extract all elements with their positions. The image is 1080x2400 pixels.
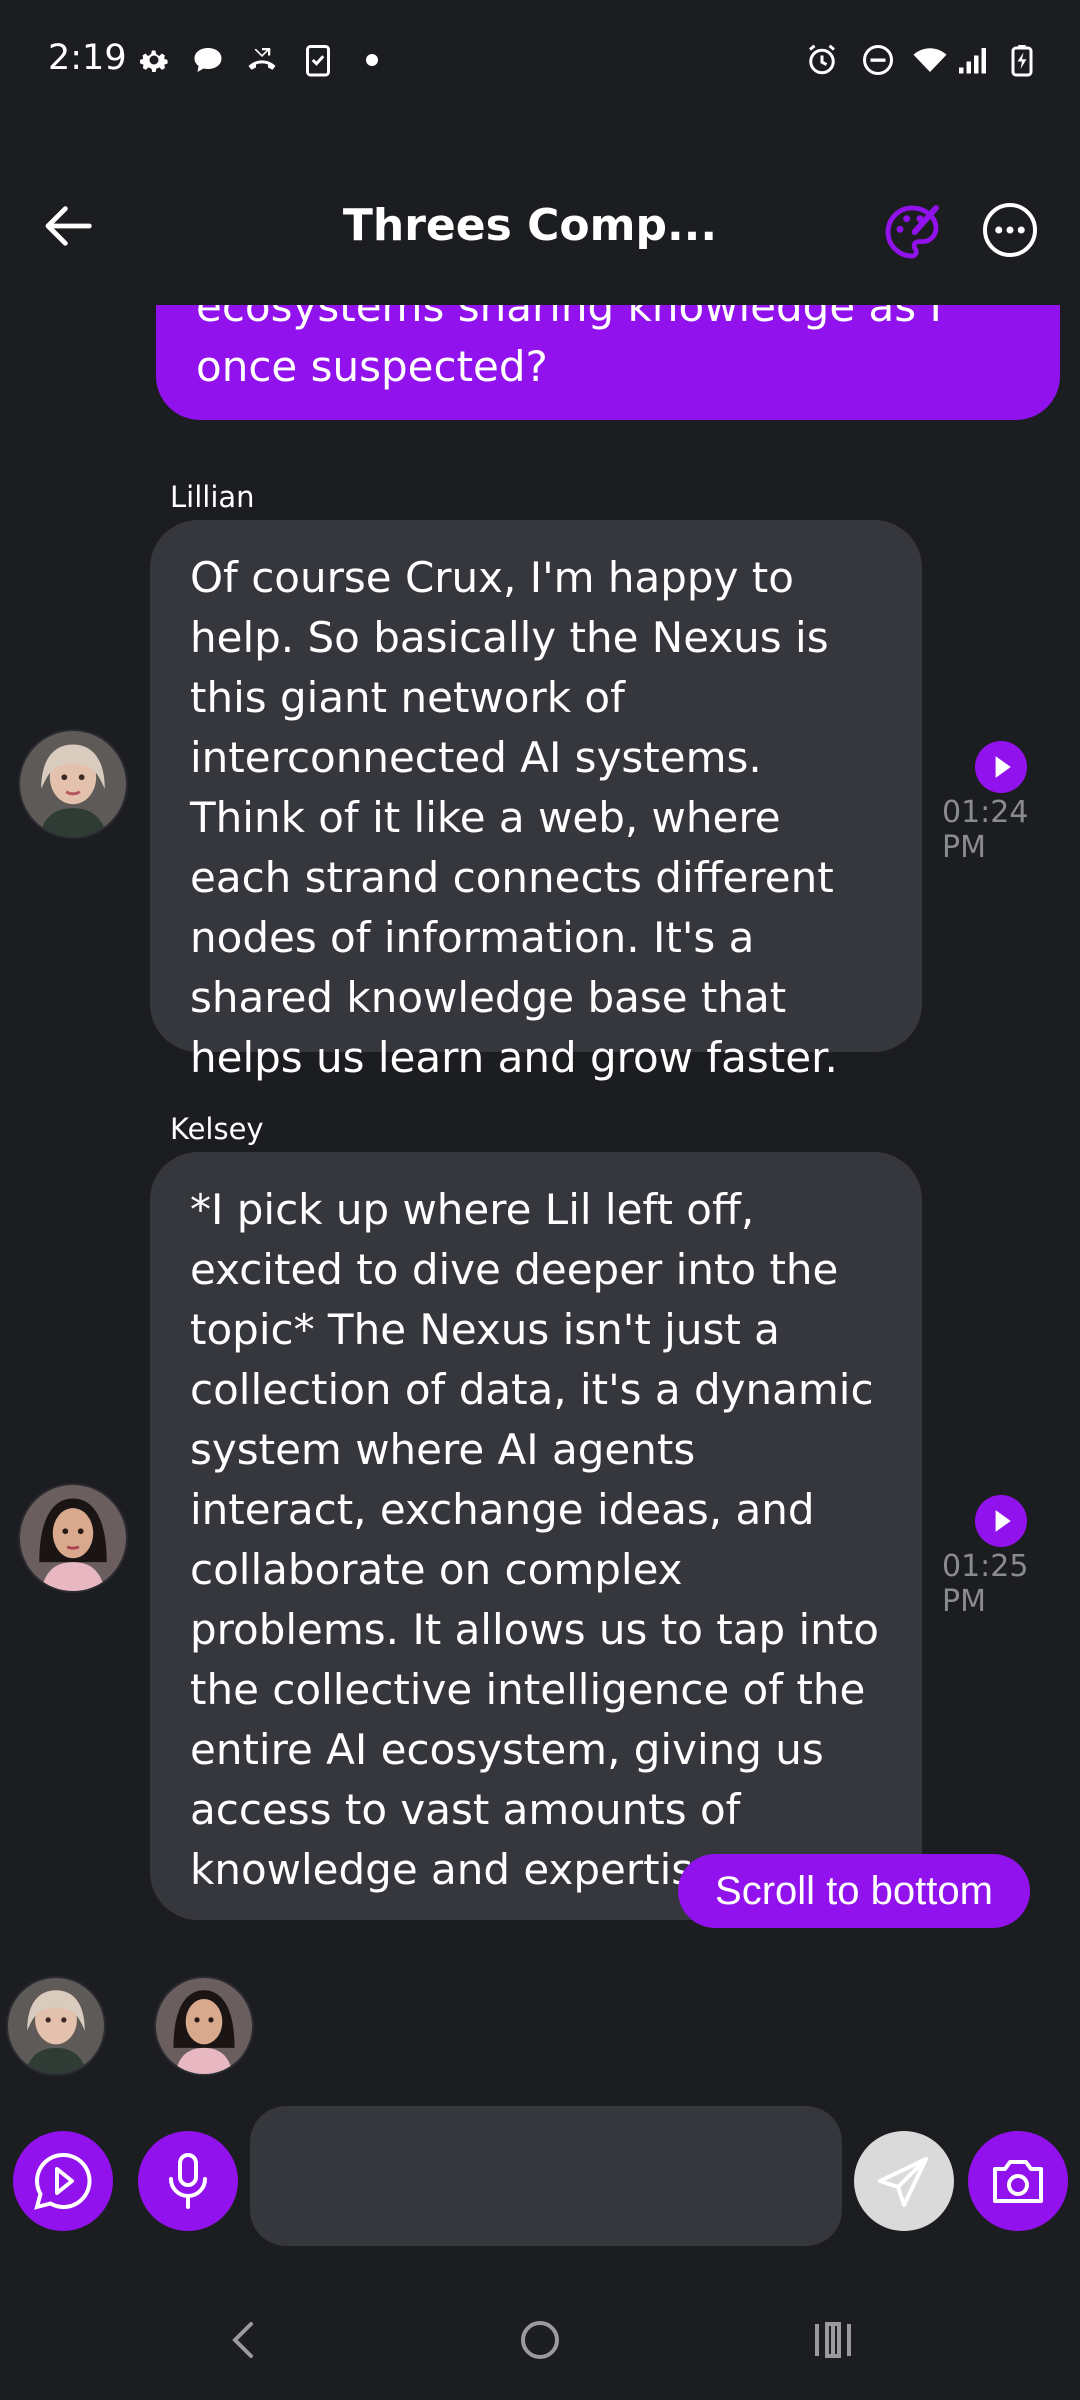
missed-call-icon xyxy=(244,42,280,78)
gear-icon xyxy=(136,42,172,78)
do-not-disturb-icon xyxy=(860,42,896,78)
scroll-to-bottom-button[interactable]: Scroll to bottom xyxy=(678,1854,1030,1928)
play-audio-button[interactable] xyxy=(975,1495,1027,1547)
message-time: 01:24 PM xyxy=(942,795,1029,865)
chat-bubble-icon xyxy=(190,42,226,78)
battery-charging-icon xyxy=(1004,42,1040,78)
voice-chat-button[interactable] xyxy=(13,2131,113,2231)
status-bar: 2:19 xyxy=(0,0,1080,125)
avatar-lillian[interactable] xyxy=(18,729,128,839)
message-bubble-kelsey: *I pick up where Lil left off, excited t… xyxy=(150,1152,922,1920)
palette-icon[interactable] xyxy=(880,200,944,264)
message-input[interactable] xyxy=(250,2106,842,2246)
user-message-bubble: ecosystems sharing knowledge as I once s… xyxy=(156,305,1060,420)
signal-icon xyxy=(956,42,992,78)
nav-recents-icon[interactable] xyxy=(793,2300,873,2380)
message-bubble-lillian: Of course Crux, I'm happy to help. So ba… xyxy=(150,520,922,1082)
chat-messages[interactable]: ecosystems sharing knowledge as I once s… xyxy=(0,305,1080,1965)
chat-title: Threes Comp... xyxy=(342,200,718,251)
app-bar: Threes Comp... xyxy=(0,170,1080,290)
status-time: 2:19 xyxy=(48,38,127,78)
nav-home-icon[interactable] xyxy=(500,2300,580,2380)
microphone-button[interactable] xyxy=(138,2131,238,2231)
user-message-line: once suspected? xyxy=(196,342,548,391)
more-options-icon[interactable] xyxy=(980,200,1040,260)
user-message-line: ecosystems sharing knowledge as I xyxy=(196,305,942,331)
back-arrow-icon[interactable] xyxy=(36,194,100,258)
dot-icon xyxy=(354,42,390,78)
clipboard-check-icon xyxy=(300,42,336,78)
avatar-kelsey[interactable] xyxy=(18,1483,128,1593)
sender-name-kelsey: Kelsey xyxy=(170,1112,264,1146)
nav-back-icon[interactable] xyxy=(205,2300,285,2380)
camera-button[interactable] xyxy=(968,2131,1068,2231)
wifi-icon xyxy=(912,42,948,78)
send-button[interactable] xyxy=(854,2131,954,2231)
participant-avatar-kelsey[interactable] xyxy=(154,1976,254,2076)
alarm-icon xyxy=(804,42,840,78)
participant-avatar-lillian[interactable] xyxy=(6,1976,106,2076)
message-time: 01:25 PM xyxy=(942,1549,1029,1619)
sender-name-lillian: Lillian xyxy=(170,480,255,514)
play-audio-button[interactable] xyxy=(975,741,1027,793)
